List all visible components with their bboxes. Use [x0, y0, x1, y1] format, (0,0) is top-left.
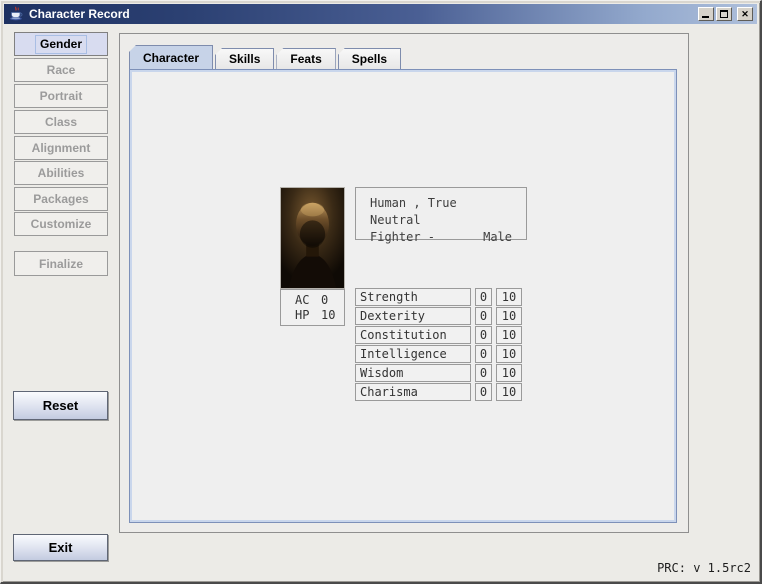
sidebar-button-label: Gender [35, 35, 87, 54]
ability-name: Strength [355, 288, 471, 306]
close-icon: ✕ [741, 9, 749, 19]
sidebar-button-abilities: Abilities [14, 161, 108, 185]
title-bar: Character Record ✕ [4, 4, 757, 24]
ability-score: 10 [496, 345, 522, 363]
ability-mod: 0 [475, 288, 492, 306]
combat-stats-box: AC 0 HP 10 [280, 289, 345, 326]
ability-row-charisma: Charisma 0 10 [355, 383, 522, 401]
ability-score: 10 [496, 326, 522, 344]
ability-row-constitution: Constitution 0 10 [355, 326, 522, 344]
sidebar-button-customize: Customize [14, 212, 108, 236]
ability-row-dexterity: Dexterity 0 10 [355, 307, 522, 325]
finalize-button: Finalize [14, 251, 108, 276]
version-label: PRC: v 1.5rc2 [657, 561, 751, 575]
hp-label: HP [295, 308, 321, 322]
ability-name: Charisma [355, 383, 471, 401]
tab-feats[interactable]: Feats [276, 48, 335, 69]
ability-table: Strength 0 10 Dexterity 0 10 Constitutio… [355, 288, 522, 402]
ability-mod: 0 [475, 307, 492, 325]
summary-race-alignment: Human , True Neutral [370, 195, 512, 229]
summary-class: Fighter - [370, 229, 435, 246]
ability-mod: 0 [475, 364, 492, 382]
ability-row-wisdom: Wisdom 0 10 [355, 364, 522, 382]
ac-value: 0 [321, 293, 328, 307]
ability-score: 10 [496, 383, 522, 401]
summary-gender: Male [483, 229, 512, 246]
character-tab-content: AC 0 HP 10 Human , True Neutral Fighter … [129, 69, 677, 523]
tab-bar: Character Skills Feats Spells [129, 45, 403, 69]
minimize-icon [702, 16, 709, 18]
ability-name: Wisdom [355, 364, 471, 382]
minimize-button[interactable] [698, 7, 714, 21]
sidebar-button-gender[interactable]: Gender [14, 32, 108, 56]
close-button[interactable]: ✕ [737, 7, 753, 21]
ability-row-strength: Strength 0 10 [355, 288, 522, 306]
ability-name: Constitution [355, 326, 471, 344]
tab-character[interactable]: Character [129, 45, 213, 69]
ability-mod: 0 [475, 383, 492, 401]
character-portrait [280, 187, 345, 289]
character-summary-box: Human , True Neutral Fighter - Male [355, 187, 527, 240]
ability-mod: 0 [475, 326, 492, 344]
window-title: Character Record [29, 7, 130, 21]
ability-mod: 0 [475, 345, 492, 363]
ability-name: Dexterity [355, 307, 471, 325]
exit-button[interactable]: Exit [13, 534, 108, 561]
hp-value: 10 [321, 308, 335, 322]
tab-skills[interactable]: Skills [215, 48, 274, 69]
sidebar-button-class: Class [14, 110, 108, 134]
sidebar-button-packages: Packages [14, 187, 108, 211]
ability-score: 10 [496, 364, 522, 382]
java-coffee-cup-icon [8, 6, 24, 22]
ac-label: AC [295, 293, 321, 307]
ability-row-intelligence: Intelligence 0 10 [355, 345, 522, 363]
main-panel: Character Skills Feats Spells [119, 33, 689, 533]
sidebar-button-portrait: Portrait [14, 84, 108, 108]
app-window: Character Record ✕ Gender Race Portrait … [0, 0, 762, 584]
ability-score: 10 [496, 307, 522, 325]
ability-name: Intelligence [355, 345, 471, 363]
sidebar-button-alignment: Alignment [14, 136, 108, 160]
maximize-icon [720, 10, 728, 18]
maximize-button[interactable] [716, 7, 732, 21]
reset-button[interactable]: Reset [13, 391, 108, 420]
sidebar-button-race: Race [14, 58, 108, 82]
tab-spells[interactable]: Spells [338, 48, 401, 69]
ability-score: 10 [496, 288, 522, 306]
